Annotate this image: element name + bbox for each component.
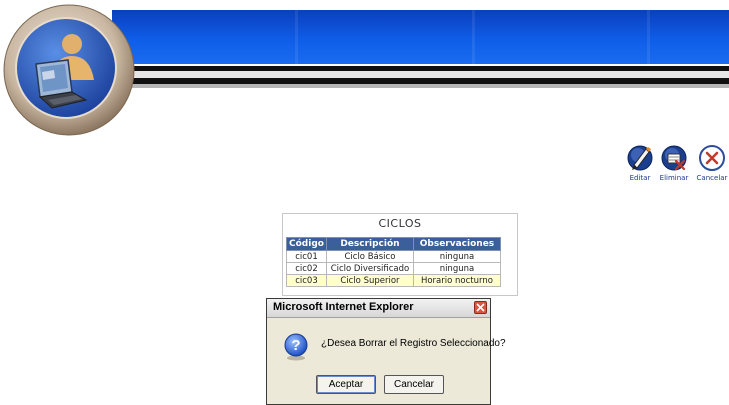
banner-blue-band [112,10,729,64]
cancel-x-icon [699,145,725,171]
cell-observaciones: Horario nocturno [412,274,501,287]
delete-label: Eliminar [659,174,689,182]
column-header-descripcion[interactable]: Descripción [325,237,414,251]
banner-divider [295,10,298,64]
cell-observaciones: ninguna [412,262,501,275]
dialog-title: Microsoft Internet Explorer [273,301,414,313]
table-header-row: Código Descripción Observaciones [286,237,501,251]
banner-divider [647,10,650,64]
delete-button[interactable]: Eliminar [654,143,694,182]
cell-descripcion: Ciclo Básico [325,250,414,263]
cell-descripcion: Ciclo Diversificado [325,262,414,275]
table-row[interactable]: cic01 Ciclo Básico ninguna [286,250,501,263]
cancel-button[interactable]: Cancelar [694,143,729,182]
cell-codigo: cic03 [286,274,327,287]
ciclos-panel: CICLOS Código Descripción Observaciones … [282,213,518,296]
banner-divider [472,10,475,64]
app-logo-icon [3,4,135,136]
cell-observaciones: ninguna [412,250,501,263]
table-row[interactable]: cic02 Ciclo Diversificado ninguna [286,262,501,275]
table-title: CICLOS [378,217,422,230]
dialog-cancel-button[interactable]: Cancelar [384,375,444,394]
confirm-dialog: Microsoft Internet Explorer ? ¿Desea Bor… [266,298,506,405]
header-banner [112,0,729,94]
dialog-message: ¿Desea Borrar el Registro Seleccionado? [321,338,506,349]
cancel-label: Cancelar [696,174,728,182]
ciclos-table: Código Descripción Observaciones cic01 C… [286,237,501,287]
svg-text:?: ? [291,337,300,354]
accept-button[interactable]: Aceptar [316,375,376,394]
column-header-observaciones[interactable]: Observaciones [412,237,501,251]
table-row-selected[interactable]: cic03 Ciclo Superior Horario nocturno [286,274,501,287]
banner-shadow-line [112,84,729,88]
cell-codigo: cic01 [286,250,327,263]
cell-descripcion: Ciclo Superior [325,274,414,287]
dialog-close-button[interactable] [474,301,487,314]
column-header-codigo[interactable]: Código [286,237,327,251]
question-icon: ? [284,333,308,361]
cell-codigo: cic02 [286,262,327,275]
edit-pencil-icon [627,145,653,171]
close-icon [476,303,485,312]
banner-gray-line [112,71,729,78]
edit-button[interactable]: Editar [624,143,656,182]
delete-record-icon [661,145,687,171]
edit-label: Editar [629,174,651,182]
dialog-titlebar[interactable]: Microsoft Internet Explorer [267,299,490,318]
